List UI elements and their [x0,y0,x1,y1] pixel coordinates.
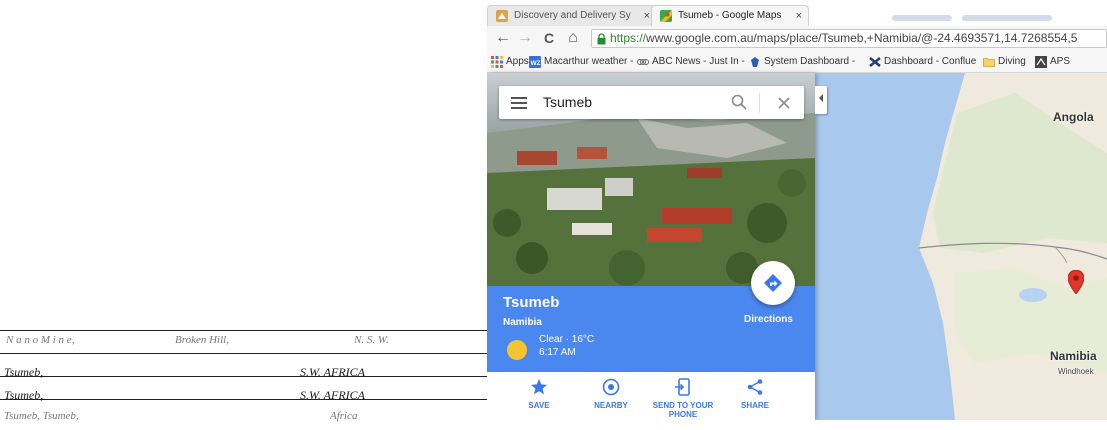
search-input[interactable]: Tsumeb [543,94,592,110]
place-name: Tsumeb [503,294,560,311]
ledger-row: Tsumeb, S.W. AFRICA [0,385,488,407]
map-label-windhoek: Windhoek [1058,367,1094,376]
bookmarks-bar: Apps WZ Macarthur weather - ABC News - J… [487,52,1107,73]
address-url: https://www.google.com.au/maps/place/Tsu… [610,31,1077,45]
forward-button[interactable]: → [515,28,535,48]
map-label-angola: Angola [1053,110,1094,124]
directions-icon [764,274,782,292]
confluence-icon [869,56,881,68]
star-icon [530,378,548,396]
action-label: SAVE [528,401,550,410]
bookmark-label: Diving [998,56,1026,67]
ledger-scan: N a n o M i n e, Broken Hill, N. S. W. T… [0,310,488,422]
abc-icon [637,56,649,68]
ledger-place: Tsumeb, [4,365,44,379]
close-icon[interactable]: × [644,6,650,26]
back-button[interactable]: ← [493,28,513,48]
bookmark-label: APS [1050,56,1071,67]
ledger-region: S.W. AFRICA [300,388,365,402]
action-label: SEND TO YOUR PHONE [652,401,714,419]
apps-grid-icon [491,56,503,68]
action-bar: SAVE NEARBY SEND TO YOUR PHONE SHARE [487,372,815,420]
folder-icon [983,56,995,68]
directions-label[interactable]: Directions [744,314,793,325]
browser-toolbar: ← → C ⌂ https://www.google.com.au/maps/p… [487,26,1107,53]
reload-button[interactable]: C [539,28,559,48]
search-box[interactable]: Tsumeb [499,86,804,119]
map-label-namibia: Namibia [1050,349,1097,363]
maps-content: Angola Namibia Windhoek Tsumeb Tsumeb Na… [487,73,1107,420]
ledger-region: N. S. W. [354,334,389,346]
search-divider [759,93,760,113]
nearby-button[interactable]: NEARBY [571,378,651,410]
action-label: SHARE [740,401,769,410]
bookmark-system-dashboard[interactable]: System Dashboard - [749,55,855,69]
google-maps-icon [660,10,672,22]
ledger-region: Africa [330,410,358,422]
place-country: Namibia [503,317,542,328]
tab-title: Tsumeb - Google Maps [678,10,782,21]
home-button[interactable]: ⌂ [563,28,583,48]
aps-icon [1035,56,1047,68]
weather-icon: WZ [529,56,541,68]
bookmark-label: Apps [506,56,529,67]
nearby-icon [602,378,620,396]
bookmark-confluence[interactable]: Dashboard - Conflue [869,55,976,69]
url-path: www.google.com.au/maps/place/Tsumeb,+Nam… [646,31,1078,45]
weather-time: 6:17 AM [539,347,576,358]
bookmark-apps[interactable]: Apps [491,55,529,69]
menu-icon[interactable] [511,96,527,109]
ledger-row: N a n o M i n e, Broken Hill, N. S. W. [0,334,488,360]
search-icon[interactable] [731,94,747,110]
museum-icon [496,10,508,22]
bookmark-macarthur-weather[interactable]: WZ Macarthur weather - [529,55,633,69]
svg-text:WZ: WZ [531,60,541,67]
chevron-left-icon [819,94,823,102]
share-icon [746,378,764,396]
bookmark-label: Dashboard - Conflue [884,56,977,67]
save-button[interactable]: SAVE [499,378,579,410]
bookmark-diving[interactable]: Diving [983,55,1026,69]
tab-title: Discovery and Delivery Sy [514,10,631,21]
ledger-region: S.W. AFRICA [300,365,365,379]
share-button[interactable]: SHARE [715,378,795,410]
ledger-place: N a n o M i n e, [6,334,75,346]
clear-search-icon[interactable] [778,96,790,109]
tab-google-maps[interactable]: Tsumeb - Google Maps × [651,5,809,26]
browser-window: Discovery and Delivery Sy × Tsumeb - Goo… [487,0,1107,420]
bookmark-aps[interactable]: APS [1035,55,1070,69]
ledger-place: Tsumeb, [4,388,44,402]
tab-strip: Discovery and Delivery Sy × Tsumeb - Goo… [487,0,1107,26]
sun-icon [507,340,527,360]
url-scheme: https:// [610,31,647,45]
ledger-place: Tsumeb, Tsumeb, [4,410,79,422]
bookmark-label: System Dashboard - [764,56,856,67]
weather-condition: Clear · 16°C [539,334,595,345]
action-label: NEARBY [594,401,628,410]
address-bar[interactable]: https://www.google.com.au/maps/place/Tsu… [591,29,1107,48]
map-pin-icon[interactable] [1067,269,1085,299]
place-panel: Tsumeb Tsumeb Namibia Clear · 16°C 6:17 … [487,73,815,420]
place-photo[interactable]: Tsumeb [487,73,815,286]
tab-discovery[interactable]: Discovery and Delivery Sy × [487,5,657,26]
bookmark-abc-news[interactable]: ABC News - Just In - [637,55,745,69]
close-icon[interactable]: × [796,6,802,26]
ledger-location: Broken Hill, [175,334,229,346]
lock-icon [597,32,606,45]
send-to-phone-icon [674,378,692,396]
send-to-phone-button[interactable]: SEND TO YOUR PHONE [643,378,723,419]
ledger-row: Tsumeb, Tsumeb, Africa [0,408,488,430]
bookmark-label: Macarthur weather - [544,56,634,67]
directions-button[interactable] [751,261,795,305]
map-canvas[interactable]: Angola Namibia Windhoek [815,73,1107,420]
window-title-blur [892,8,1082,21]
collapse-panel-button[interactable] [815,86,827,114]
ledger-row: Tsumeb, S.W. AFRICA [0,362,488,384]
dashboard-icon [749,56,761,68]
bookmark-label: ABC News - Just In - [652,56,745,67]
weather-info: Clear · 16°C 6:17 AM [539,333,594,359]
